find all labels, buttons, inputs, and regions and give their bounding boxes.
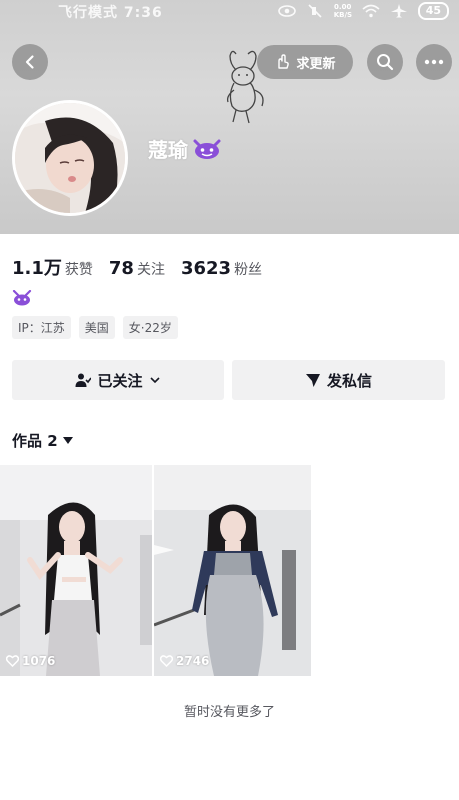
request-update-label: 求更新 (296, 56, 336, 72)
devil-emoji-icon (193, 139, 221, 159)
video-cover-1 (0, 465, 152, 676)
tag-ip-location: IP：江苏 (12, 316, 71, 339)
video-cover-2 (154, 465, 311, 676)
alien-emoji-icon (12, 290, 32, 306)
tag-gender-age: 女·22岁 (122, 316, 178, 339)
works-tab[interactable]: 作品 2 (12, 430, 73, 451)
more-dots-icon (424, 59, 444, 65)
stat-followers[interactable]: 3623 粉丝 (181, 258, 262, 279)
eye-icon (277, 5, 296, 17)
send-message-label: 发私信 (326, 371, 372, 390)
hand-point-icon (278, 54, 290, 69)
search-icon (377, 54, 394, 71)
nickname: 蔻瑜 (148, 138, 188, 162)
avatar[interactable] (12, 100, 128, 216)
more-button[interactable] (416, 44, 452, 80)
caret-down-icon (62, 436, 73, 444)
net-speed: 0.00 KB/S (333, 3, 353, 19)
airplane-icon (390, 4, 407, 18)
profile-header: 飞行模式 7:36 0.00 KB/S 45 求更新 蔻瑜 (0, 0, 459, 234)
stat-likes-label: 获赞 (64, 262, 93, 278)
user-check-icon (75, 373, 92, 387)
followed-label: 已关注 (97, 371, 143, 390)
stat-following[interactable]: 78 关注 (109, 258, 165, 279)
heart-icon (160, 655, 173, 667)
chevron-left-icon (25, 55, 34, 69)
video-thumbnail-1[interactable]: 1076 (0, 465, 152, 676)
heart-icon (6, 655, 19, 667)
stat-followers-value: 3623 (180, 258, 232, 279)
profile-sheet: 1.1万获赞 78关注 3623粉丝 IP：江苏 美国 女·22岁 已关注 (0, 234, 459, 800)
send-icon (305, 374, 320, 387)
stat-likes-value: 1.1万 (12, 258, 62, 279)
video-thumbnail-2[interactable]: 2746 (154, 465, 311, 676)
profile-tags: IP：江苏 美国 女·22岁 (12, 316, 178, 339)
chevron-down-icon (149, 377, 160, 384)
mute-icon (308, 4, 322, 18)
stat-followers-label: 粉丝 (234, 262, 263, 278)
no-more-content-text: 暂时没有更多了 (183, 705, 275, 720)
search-button[interactable] (367, 44, 403, 80)
avatar-photo (15, 103, 125, 213)
works-tab-label: 作品 2 (12, 432, 58, 450)
stat-following-label: 关注 (136, 262, 165, 278)
stat-likes[interactable]: 1.1万 获赞 (12, 254, 93, 280)
wifi-icon (362, 4, 380, 18)
stats-row: 1.1万 获赞 78 关注 3623 粉丝 (12, 254, 262, 280)
send-message-button[interactable]: 发私信 (232, 360, 445, 400)
video-2-likes: 2746 (160, 654, 209, 668)
video-1-likes-count: 1076 (22, 654, 56, 668)
request-update-button[interactable]: 求更新 (257, 45, 353, 79)
status-icons: 0.00 KB/S 45 (277, 2, 449, 20)
status-bar: 飞行模式 7:36 0.00 KB/S 45 (0, 0, 459, 26)
battery-indicator: 45 (417, 2, 449, 20)
status-airplane-time: 飞行模式 7:36 (58, 5, 163, 21)
video-2-likes-count: 2746 (176, 654, 210, 668)
video-1-likes: 1076 (6, 654, 55, 668)
followed-button[interactable]: 已关注 (12, 360, 224, 400)
stat-following-value: 78 (108, 258, 134, 279)
back-button[interactable] (12, 44, 48, 80)
tag-country: 美国 (78, 316, 115, 339)
nickname-row: 蔻瑜 (148, 134, 222, 163)
